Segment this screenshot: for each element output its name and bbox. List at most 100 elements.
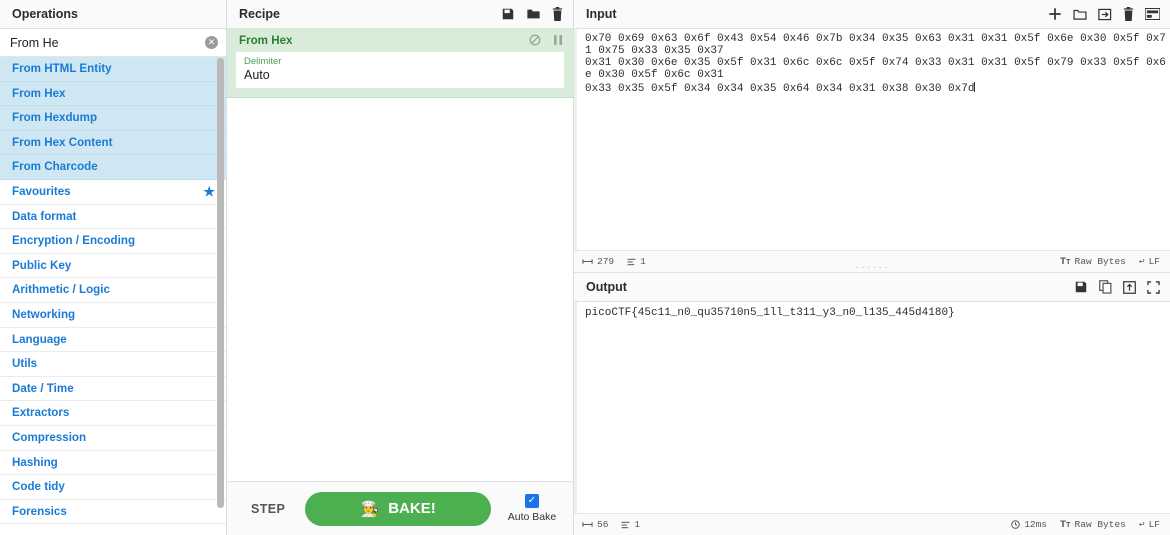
- eol-icon: ↩: [1138, 519, 1145, 530]
- clock-icon: [1011, 520, 1020, 529]
- input-pane: Input 0x70 0x69 0x63 0x6f 0x43 0x54 0x46…: [574, 0, 1170, 273]
- operations-list[interactable]: From HTML Entity From Hex From Hexdump F…: [0, 57, 226, 535]
- category-label: Compression: [12, 430, 87, 444]
- category-date-time[interactable]: Date / Time: [0, 376, 226, 402]
- pause-icon[interactable]: [553, 34, 563, 46]
- step-button[interactable]: STEP: [241, 496, 295, 522]
- category-networking[interactable]: Networking: [0, 302, 226, 328]
- folder-icon[interactable]: [526, 7, 541, 21]
- trash-icon[interactable]: [552, 7, 563, 21]
- bake-controls: STEP 👨‍🍳 BAKE! ✓ Auto Bake: [227, 481, 573, 535]
- category-data-format[interactable]: Data format: [0, 204, 226, 230]
- recipe-title: Recipe: [239, 7, 280, 21]
- output-lines-value: 1: [634, 519, 641, 530]
- operation-result[interactable]: From Hex Content: [0, 130, 226, 156]
- recipe-panel: Recipe From Hex: [227, 0, 574, 535]
- output-textarea[interactable]: picoCTF{45c11_n0_qu35710n5_1ll_t311_y3_n…: [574, 302, 1170, 513]
- import-icon[interactable]: [1098, 8, 1112, 21]
- text-caret: [974, 81, 976, 92]
- input-status-bar: 279 1 TT Raw Bytes ↩ LF ......: [574, 250, 1170, 272]
- star-icon: ★: [203, 183, 215, 199]
- cyberchef-app: Operations ✕ From HTML Entity From Hex F…: [0, 0, 1170, 535]
- replace-input-icon[interactable]: [1123, 280, 1136, 294]
- output-content: picoCTF{45c11_n0_qu35710n5_1ll_t311_y3_n…: [585, 307, 955, 319]
- input-textarea[interactable]: 0x70 0x69 0x63 0x6f 0x43 0x54 0x46 0x7b …: [574, 29, 1170, 250]
- operation-result[interactable]: From Hex: [0, 81, 226, 107]
- trash-icon[interactable]: [1123, 7, 1134, 21]
- font-icon: TT: [1060, 519, 1071, 531]
- clear-search-icon[interactable]: ✕: [205, 36, 218, 49]
- output-length[interactable]: 56: [582, 519, 608, 530]
- search-input[interactable]: [0, 29, 226, 56]
- category-label: Networking: [12, 307, 76, 321]
- operation-result[interactable]: From Hexdump: [0, 106, 226, 131]
- operation-label: From HTML Entity: [12, 62, 112, 75]
- category-label: Hashing: [12, 455, 58, 469]
- category-public-key[interactable]: Public Key: [0, 253, 226, 279]
- argument-value[interactable]: Auto: [244, 68, 556, 83]
- input-eol[interactable]: ↩ LF: [1139, 256, 1160, 267]
- input-length[interactable]: 279: [582, 256, 614, 267]
- auto-bake-toggle[interactable]: ✓ Auto Bake: [501, 494, 563, 523]
- recipe-operation[interactable]: From Hex Delimiter Auto: [227, 29, 573, 98]
- input-encoding[interactable]: TT Raw Bytes: [1060, 256, 1126, 268]
- input-lines[interactable]: 1: [627, 256, 646, 267]
- pane-resize-handle[interactable]: ......: [855, 262, 890, 271]
- operations-title: Operations: [0, 0, 226, 29]
- input-eol-value: LF: [1148, 256, 1160, 267]
- category-label: Favourites: [12, 184, 71, 198]
- input-line: 0x33 0x35 0x5f 0x34 0x34 0x35 0x64 0x34 …: [585, 82, 975, 95]
- operations-scrollbar[interactable]: [217, 58, 224, 508]
- category-label: Date / Time: [12, 381, 74, 395]
- input-lines-value: 1: [640, 256, 646, 267]
- category-label: Extractors: [12, 406, 70, 420]
- add-icon[interactable]: [1048, 7, 1062, 21]
- category-hashing[interactable]: Hashing: [0, 450, 226, 476]
- category-compression[interactable]: Compression: [0, 425, 226, 451]
- recipe-argument[interactable]: Delimiter Auto: [235, 51, 565, 89]
- category-arithmetic-logic[interactable]: Arithmetic / Logic: [0, 278, 226, 303]
- operation-label: From Hex: [12, 86, 66, 100]
- input-line: 0x31 0x30 0x6e 0x35 0x5f 0x31 0x6c 0x6c …: [585, 56, 1166, 81]
- operation-label: From Charcode: [12, 160, 98, 174]
- save-icon[interactable]: [501, 7, 515, 21]
- disable-icon[interactable]: [529, 34, 541, 46]
- category-favourites[interactable]: Favourites ★: [0, 179, 226, 205]
- category-forensics[interactable]: Forensics: [0, 499, 226, 525]
- category-extractors[interactable]: Extractors: [0, 401, 226, 426]
- argument-label: Delimiter: [244, 56, 282, 67]
- length-icon: [582, 258, 593, 265]
- chef-icon: 👨‍🍳: [360, 500, 380, 518]
- input-length-value: 279: [597, 256, 615, 267]
- eol-icon: ↩: [1138, 256, 1145, 267]
- length-icon: [582, 521, 593, 528]
- bake-button[interactable]: 👨‍🍳 BAKE!: [305, 491, 491, 526]
- category-label: Code tidy: [12, 480, 65, 494]
- copy-icon[interactable]: [1099, 280, 1112, 294]
- category-label: Data format: [12, 209, 77, 223]
- output-eol[interactable]: ↩ LF: [1139, 519, 1160, 530]
- auto-bake-checkbox[interactable]: ✓: [525, 494, 539, 508]
- recipe-operation-name: From Hex: [239, 33, 293, 47]
- maximize-icon[interactable]: [1147, 280, 1160, 294]
- category-label: Public Key: [12, 258, 72, 272]
- save-icon[interactable]: [1074, 280, 1088, 294]
- output-encoding[interactable]: TT Raw Bytes: [1060, 519, 1126, 531]
- operation-result[interactable]: From HTML Entity: [0, 57, 226, 82]
- output-lines[interactable]: 1: [621, 519, 640, 530]
- recipe-operations-list[interactable]: From Hex Delimiter Auto: [227, 29, 573, 481]
- category-language[interactable]: Language: [0, 327, 226, 353]
- recipe-header: Recipe: [227, 0, 573, 29]
- io-panel: Input 0x70 0x69 0x63 0x6f 0x43 0x54 0x46…: [574, 0, 1170, 535]
- operation-result[interactable]: From Charcode: [0, 155, 226, 180]
- category-code-tidy[interactable]: Code tidy: [0, 475, 226, 500]
- folder-open-icon[interactable]: [1073, 8, 1087, 21]
- operation-label: From Hex Content: [12, 135, 113, 149]
- font-icon: TT: [1060, 256, 1071, 268]
- input-header: Input: [574, 0, 1170, 29]
- operations-panel: Operations ✕ From HTML Entity From Hex F…: [0, 0, 227, 535]
- category-encryption-encoding[interactable]: Encryption / Encoding: [0, 229, 226, 254]
- lines-icon: [621, 521, 630, 529]
- tabs-icon[interactable]: [1145, 8, 1160, 20]
- category-utils[interactable]: Utils: [0, 352, 226, 377]
